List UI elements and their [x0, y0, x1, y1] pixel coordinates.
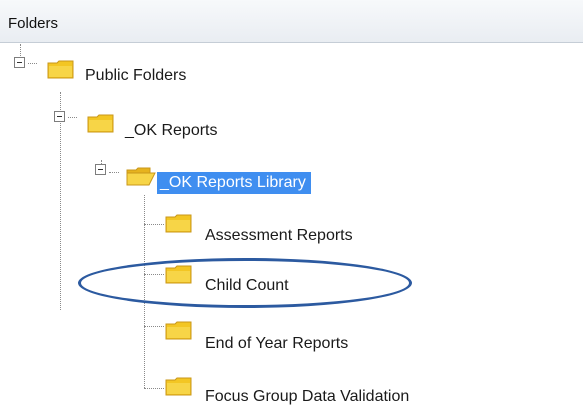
tree-connector — [109, 172, 119, 173]
folder-tree: Public Folders _OK Reports _OK Reports L… — [0, 0, 583, 407]
tree-item-ok-reports[interactable]: _OK Reports — [125, 122, 217, 140]
tree-connector — [144, 388, 164, 389]
tree-item-assessment-reports[interactable]: Assessment Reports — [205, 227, 353, 245]
tree-connector — [144, 326, 164, 327]
tree-connector — [68, 117, 77, 118]
tree-connector — [60, 92, 61, 310]
tree-connector — [28, 63, 37, 64]
tree-connector — [144, 224, 164, 225]
folder-icon — [47, 60, 75, 79]
tree-item-ok-reports-library[interactable]: _OK Reports Library — [157, 172, 311, 194]
tree-item-end-of-year-reports[interactable]: End of Year Reports — [205, 335, 348, 353]
collapse-toggle-public-folders[interactable] — [14, 57, 25, 68]
folder-open-icon — [126, 167, 156, 186]
annotation-circle — [78, 258, 412, 308]
tree-item-public-folders[interactable]: Public Folders — [85, 67, 186, 85]
collapse-toggle-ok-reports[interactable] — [54, 111, 65, 122]
folder-icon — [165, 214, 193, 233]
folder-icon — [165, 321, 193, 340]
tree-item-focus-group-data-validation[interactable]: Focus Group Data Validation — [205, 388, 409, 406]
tree-connector — [20, 44, 21, 56]
folder-icon — [87, 114, 115, 133]
folder-icon — [165, 377, 193, 396]
collapse-toggle-ok-reports-library[interactable] — [95, 164, 106, 175]
